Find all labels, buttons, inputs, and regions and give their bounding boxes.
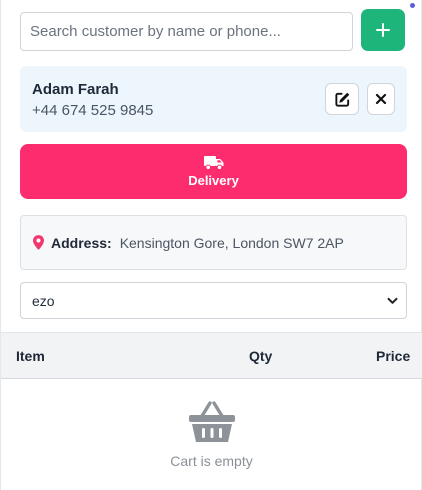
column-header-qty: Qty [249,348,273,364]
map-pin-icon [33,235,44,250]
address-label: Address: [51,234,112,251]
basket-icon [188,401,235,442]
customer-name: Adam Farah [32,81,119,98]
customer-search-input[interactable] [20,12,353,51]
plus-icon [376,23,390,37]
customer-phone: +44 674 525 9845 [32,102,154,119]
delivery-label: Delivery [188,172,239,188]
column-header-item: Item [16,348,45,364]
chevron-down-icon [387,297,398,304]
edit-customer-button[interactable] [325,83,359,115]
customer-search-row [20,9,405,52]
pos-cart-panel: Adam Farah +44 674 525 9845 Delivery [0,0,422,490]
add-customer-button[interactable] [361,9,405,51]
cart-empty-state: Cart is empty [1,400,422,480]
column-header-price: Price [376,348,411,364]
selected-customer-card: Adam Farah +44 674 525 9845 [20,66,407,132]
close-icon [375,93,387,105]
clear-customer-button[interactable] [367,83,395,115]
outlet-select[interactable]: ezo [20,282,407,319]
status-dot [410,3,415,8]
delivery-address-box: Address: Kensington Gore, London SW7 2AP [20,215,407,270]
cart-table-header: Item Qty Price [1,332,422,379]
truck-icon [203,155,223,170]
cart-empty-text: Cart is empty [170,453,253,469]
delivery-order-type-button[interactable]: Delivery [20,144,407,199]
address-value: Kensington Gore, London SW7 2AP [119,234,344,251]
edit-icon [334,92,349,107]
outlet-select-value: ezo [32,292,55,309]
